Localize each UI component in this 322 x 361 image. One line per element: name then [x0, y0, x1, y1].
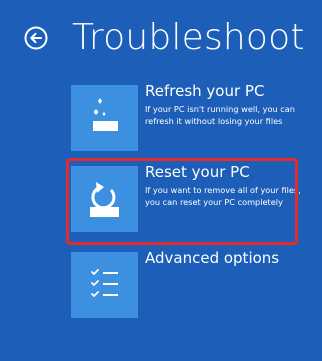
page-title: Troubleshoot [72, 17, 305, 58]
back-button[interactable] [24, 26, 48, 50]
advanced-options-label: Advanced options [145, 249, 280, 267]
refresh-pc-description: If your PC isn't running well, you can r… [145, 104, 296, 126]
checklist-icon [91, 269, 118, 297]
refresh-pc-tile[interactable] [71, 85, 138, 151]
back-arrow-icon [24, 26, 48, 50]
refresh-pc-label: Refresh your PC [145, 82, 265, 100]
refresh-pc-icon [93, 98, 118, 131]
advanced-options-tile[interactable] [71, 252, 138, 318]
selection-highlight [66, 158, 298, 245]
